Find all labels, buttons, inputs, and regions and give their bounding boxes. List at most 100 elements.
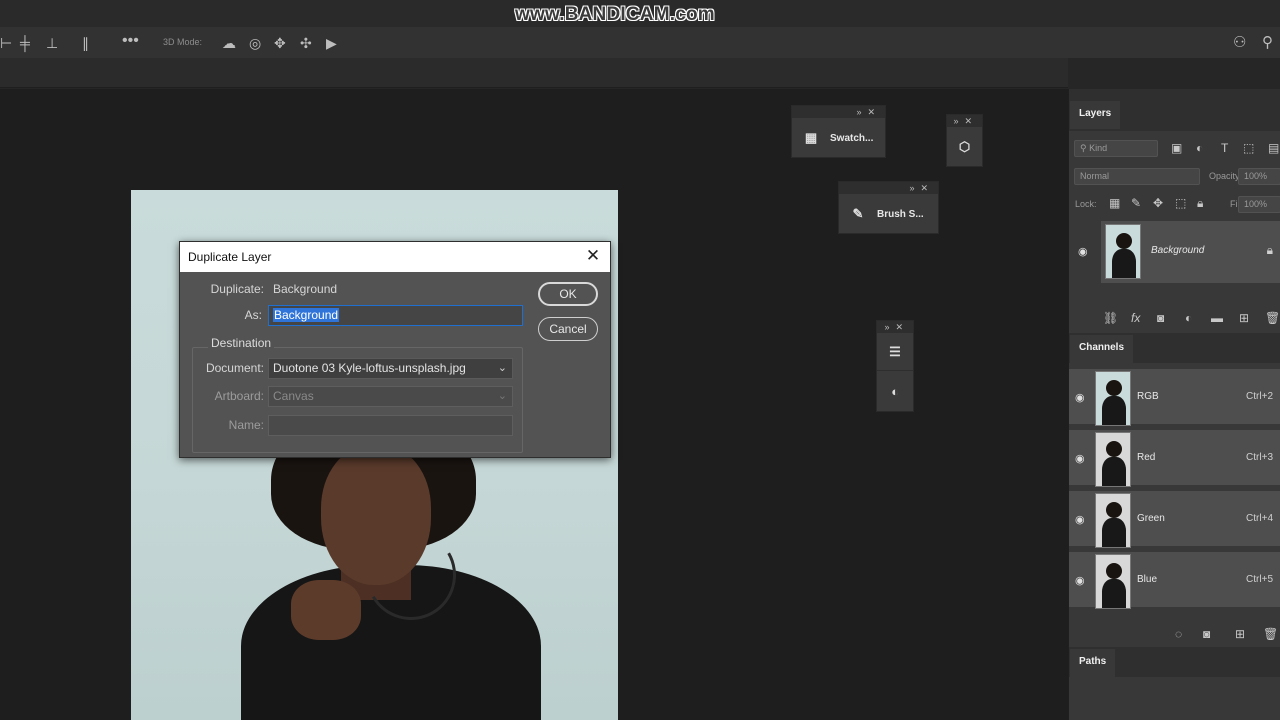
channel-thumbnail (1095, 493, 1131, 548)
link-layers-icon[interactable]: ⛓ (1103, 311, 1118, 325)
3d-mode-label: 3D Mode: (163, 37, 203, 47)
opacity-input[interactable]: 100% (1238, 168, 1280, 185)
lock-artboard-icon[interactable]: ⬚ (1175, 196, 1186, 210)
channel-name: Blue (1137, 574, 1158, 585)
channel-eye-icon[interactable]: ◉ (1075, 452, 1085, 465)
adjustments-panel[interactable]: »✕ ☰ ◐ (876, 320, 914, 412)
channel-row-blue[interactable]: ◉ Blue Ctrl+5 (1069, 552, 1280, 610)
channels-tab-bar: Channels (1069, 333, 1280, 363)
filter-kind-dropdown[interactable]: ⚲ Kind (1074, 140, 1158, 157)
channel-row-rgb[interactable]: ◉ RGB Ctrl+2 (1069, 369, 1280, 427)
panel-header[interactable]: »✕ (877, 321, 913, 333)
brush-label: Brush S... (877, 208, 924, 220)
tab-paths[interactable]: Paths (1070, 649, 1116, 677)
filter-adjustment-icon[interactable]: ◐ (1196, 141, 1203, 155)
align-bottom-icon[interactable]: ⊥ (46, 35, 58, 51)
channel-shortcut: Ctrl+2 (1246, 391, 1273, 402)
filter-smart-object-icon[interactable]: ▤ (1268, 141, 1279, 155)
new-channel-icon[interactable]: ⊞ (1235, 627, 1245, 641)
dialog-title-bar: Duplicate Layer ✕ (180, 242, 610, 272)
as-label: As: (244, 308, 262, 322)
align-center-icon[interactable]: ╪ (20, 35, 30, 51)
channel-shortcut: Ctrl+5 (1246, 574, 1273, 585)
more-options-icon[interactable]: ••• (122, 33, 139, 49)
filter-shape-icon[interactable]: ⬚ (1243, 141, 1254, 155)
adjustments-sliders-icon[interactable]: ☰ (887, 344, 903, 360)
lock-transparent-icon[interactable]: ▦ (1109, 196, 1120, 210)
channel-row-green[interactable]: ◉ Green Ctrl+4 (1069, 491, 1280, 549)
channel-shortcut: Ctrl+3 (1246, 452, 1273, 463)
user-share-icon[interactable]: ⚇ (1233, 35, 1246, 51)
channel-eye-icon[interactable]: ◉ (1075, 574, 1085, 587)
save-selection-icon[interactable]: ◙ (1203, 627, 1210, 641)
layer-lock-icon: 🔒︎ (1266, 243, 1273, 257)
new-group-icon[interactable]: ▬ (1211, 311, 1223, 325)
document-select[interactable]: Duotone 03 Kyle-loftus-unsplash.jpg ⌄ (268, 358, 513, 379)
as-input-value: Background (273, 308, 340, 322)
lock-image-icon[interactable]: ✎ (1131, 196, 1141, 210)
orbit-3d-icon[interactable]: ☁ (222, 35, 236, 51)
fill-input[interactable]: 100% (1238, 196, 1280, 213)
artboard-value: Canvas (273, 389, 314, 403)
drag-3d-icon[interactable]: ✥ (274, 35, 286, 51)
tab-channels[interactable]: Channels (1070, 335, 1134, 363)
cancel-button[interactable]: Cancel (538, 317, 598, 341)
paths-tab-bar: Paths (1069, 647, 1280, 677)
new-adjustment-icon[interactable]: ◐ (1185, 311, 1192, 325)
lock-position-icon[interactable]: ✥ (1153, 196, 1163, 210)
blend-mode-dropdown[interactable]: Normal (1074, 168, 1200, 185)
slide-3d-icon[interactable]: ✣ (300, 35, 312, 51)
delete-channel-icon[interactable]: 🗑︎ (1263, 627, 1278, 641)
name-input[interactable] (268, 415, 513, 436)
layer-visibility-eye-icon[interactable]: ◉ (1078, 245, 1088, 258)
title-bar: www.BANDICAM.com (0, 0, 1280, 26)
align-left-icon[interactable]: ⊢ (0, 35, 12, 51)
lock-all-icon[interactable]: 🔒︎ (1197, 196, 1203, 211)
video-camera-icon[interactable]: ▶ (326, 35, 337, 51)
channel-row-red[interactable]: ◉ Red Ctrl+3 (1069, 430, 1280, 488)
layers-tab-bar: Layers (1069, 89, 1280, 131)
search-icon[interactable]: ⚲ (1262, 35, 1273, 51)
distribute-icon[interactable]: ∥ (82, 35, 89, 51)
document-label: Document: (205, 361, 264, 375)
channel-name: RGB (1137, 391, 1159, 402)
channel-name: Green (1137, 513, 1165, 524)
tab-layers[interactable]: Layers (1070, 101, 1121, 129)
bandicam-watermark: www.BANDICAM.com (515, 4, 715, 25)
panel-header[interactable]: »✕ (792, 106, 885, 118)
channels-panel: ◉ RGB Ctrl+2 ◉ Red Ctrl+3 ◉ Green Ctrl+4… (1069, 367, 1280, 617)
new-layer-icon[interactable]: ⊞ (1239, 311, 1249, 325)
layer-name[interactable]: Background (1151, 245, 1204, 256)
3d-panel[interactable]: »✕ ⬡ (946, 114, 983, 167)
half-circle-icon[interactable]: ◐ (887, 384, 903, 399)
right-panel-dock: Layers ⚲ Kind ▣ ◐ T ⬚ ▤ Normal Opacity: … (1068, 89, 1280, 720)
close-icon[interactable]: ✕ (584, 247, 602, 266)
photo-hand (291, 580, 361, 640)
add-mask-icon[interactable]: ◙ (1157, 311, 1164, 325)
name-label: Name: (228, 418, 264, 432)
document-tab-bar (0, 58, 1068, 88)
swatches-grid-icon: ▦ (804, 130, 818, 145)
panel-header[interactable]: »✕ (839, 182, 938, 194)
channel-eye-icon[interactable]: ◉ (1075, 513, 1085, 526)
swatches-panel[interactable]: »✕ ▦ Swatch... (791, 105, 886, 158)
ok-button[interactable]: OK (538, 282, 598, 306)
filter-pixel-icon[interactable]: ▣ (1171, 141, 1182, 155)
roll-3d-icon[interactable]: ◎ (249, 35, 261, 51)
document-value: Duotone 03 Kyle-loftus-unsplash.jpg (273, 361, 466, 375)
filter-kind-value: Kind (1089, 143, 1108, 153)
layer-thumbnail (1105, 224, 1141, 279)
duplicate-label: Duplicate: (210, 282, 264, 296)
filter-type-icon[interactable]: T (1221, 141, 1228, 155)
load-selection-icon[interactable]: ◌ (1175, 627, 1182, 641)
as-input[interactable]: Background (268, 305, 523, 326)
layer-row[interactable]: Background 🔒︎ (1101, 221, 1280, 283)
delete-layer-icon[interactable]: 🗑︎ (1265, 311, 1280, 325)
artboard-select[interactable]: Canvas ⌄ (268, 386, 513, 407)
channel-shortcut: Ctrl+4 (1246, 513, 1273, 524)
brush-settings-panel[interactable]: »✕ ✎ Brush S... (838, 181, 939, 234)
panel-header[interactable]: »✕ (947, 115, 982, 127)
cube-icon[interactable]: ⬡ (957, 139, 972, 155)
fx-icon[interactable]: fx (1131, 311, 1140, 325)
channel-eye-icon[interactable]: ◉ (1075, 391, 1085, 404)
